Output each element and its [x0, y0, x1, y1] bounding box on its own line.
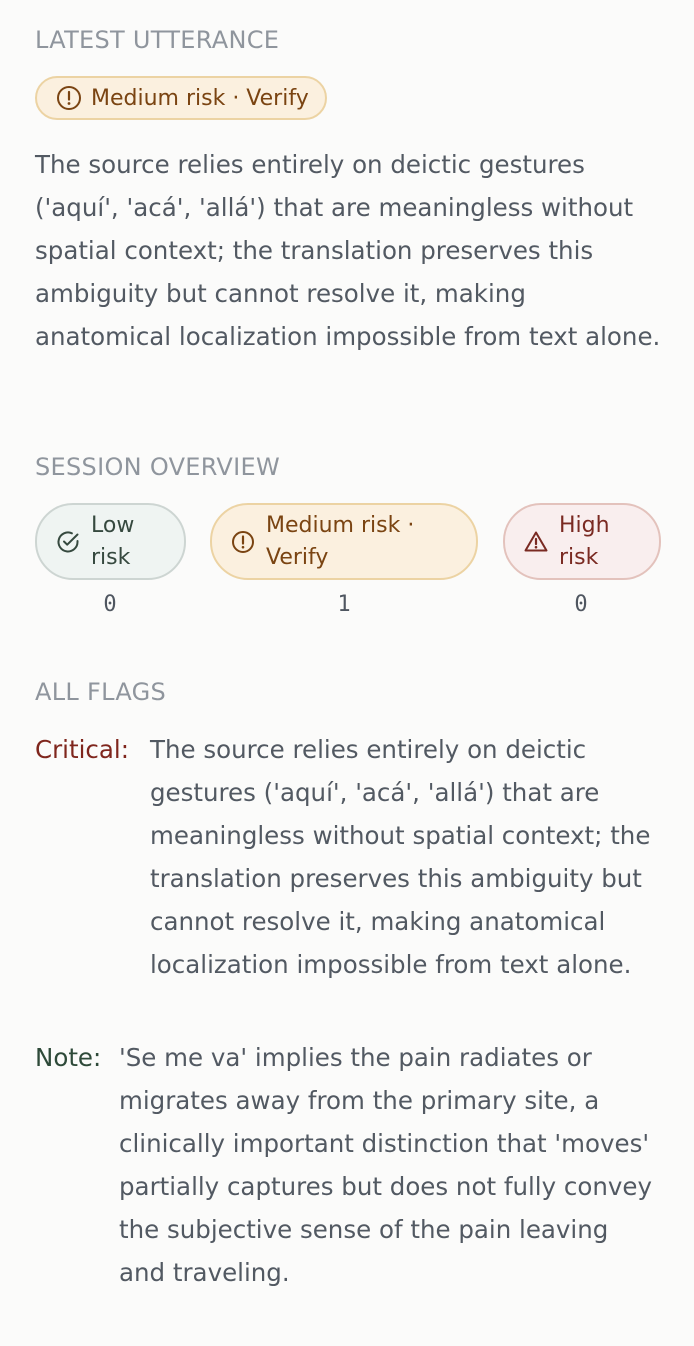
flag-severity-label: Critical:: [35, 735, 129, 764]
latest-utterance-heading: LATEST UTTERANCE: [35, 26, 280, 54]
check-circle-icon: [55, 529, 81, 555]
medium-risk-label: Medium risk · Verify: [266, 512, 415, 570]
high-risk-count: 0: [574, 592, 588, 617]
flag-item-note: Note: 'Se me va' implies the pain radiat…: [35, 1036, 655, 1294]
high-risk-pill: High risk: [503, 503, 661, 580]
flag-severity-label: Note:: [35, 1043, 102, 1072]
all-flags-heading: ALL FLAGS: [35, 678, 167, 706]
alert-circle-icon: [230, 529, 256, 555]
latest-utterance-text: The source relies entirely on deictic ge…: [35, 150, 661, 351]
warning-triangle-icon: [523, 529, 549, 555]
risk-badge: Medium risk · Verify: [35, 76, 327, 120]
alert-circle-icon: [55, 84, 83, 112]
low-risk-label: Low risk: [91, 512, 135, 570]
high-risk-label: High risk: [559, 512, 610, 570]
risk-badge-label: Medium risk · Verify: [91, 85, 309, 111]
low-risk-pill: Low risk: [35, 503, 186, 580]
medium-risk-count: 1: [337, 592, 351, 617]
session-overview-heading: SESSION OVERVIEW: [35, 453, 281, 481]
flag-text: 'Se me va' implies the pain radiates or …: [119, 1043, 652, 1287]
flag-item-critical: Critical: The source relies entirely on …: [35, 728, 655, 986]
medium-risk-pill: Medium risk · Verify: [210, 503, 478, 580]
low-risk-count: 0: [103, 592, 117, 617]
